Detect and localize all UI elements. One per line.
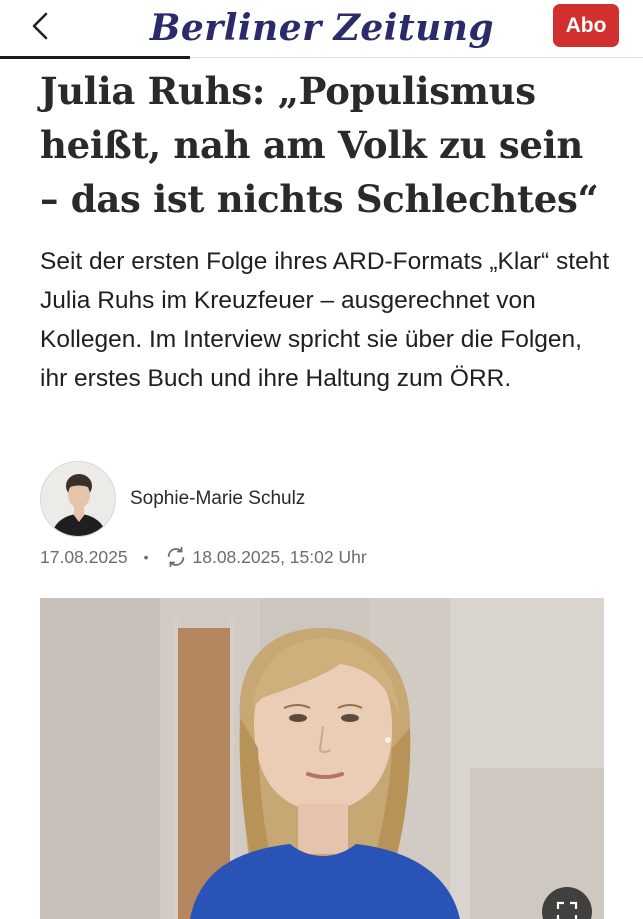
back-button[interactable] — [18, 8, 62, 44]
author-avatar[interactable] — [40, 461, 116, 537]
article-headline: Julia Ruhs: „Populismus heißt, nah am Vo… — [40, 69, 599, 221]
chevron-left-icon — [32, 12, 48, 40]
published-date: 17.08.2025 — [40, 546, 128, 567]
refresh-icon — [167, 546, 184, 568]
author-portrait-icon — [41, 462, 115, 536]
meta-separator: • — [143, 549, 149, 565]
author-name[interactable]: Sophie-Marie Schulz — [130, 488, 305, 510]
expand-icon — [556, 901, 578, 919]
abo-button[interactable]: Abo — [553, 4, 619, 47]
author-row[interactable]: Sophie-Marie Schulz — [40, 461, 305, 537]
updated-date: 18.08.2025, 15:02 Uhr — [192, 546, 367, 567]
logo-word-left: Berliner — [149, 7, 322, 49]
logo-word-right: Zeitung — [333, 7, 495, 49]
portrait-photo — [40, 598, 604, 919]
article-lead: Seit der ersten Folge ihres ARD-Formats … — [40, 248, 610, 392]
berliner-zeitung-logo[interactable]: Berliner Zeitung — [150, 3, 494, 53]
tab-indicator — [0, 56, 190, 59]
hero-image[interactable] — [40, 598, 604, 919]
top-app-bar: Berliner Zeitung Abo — [0, 0, 643, 59]
article-meta: 17.08.2025 • 18.08.2025, 15:02 Uhr — [40, 546, 367, 568]
